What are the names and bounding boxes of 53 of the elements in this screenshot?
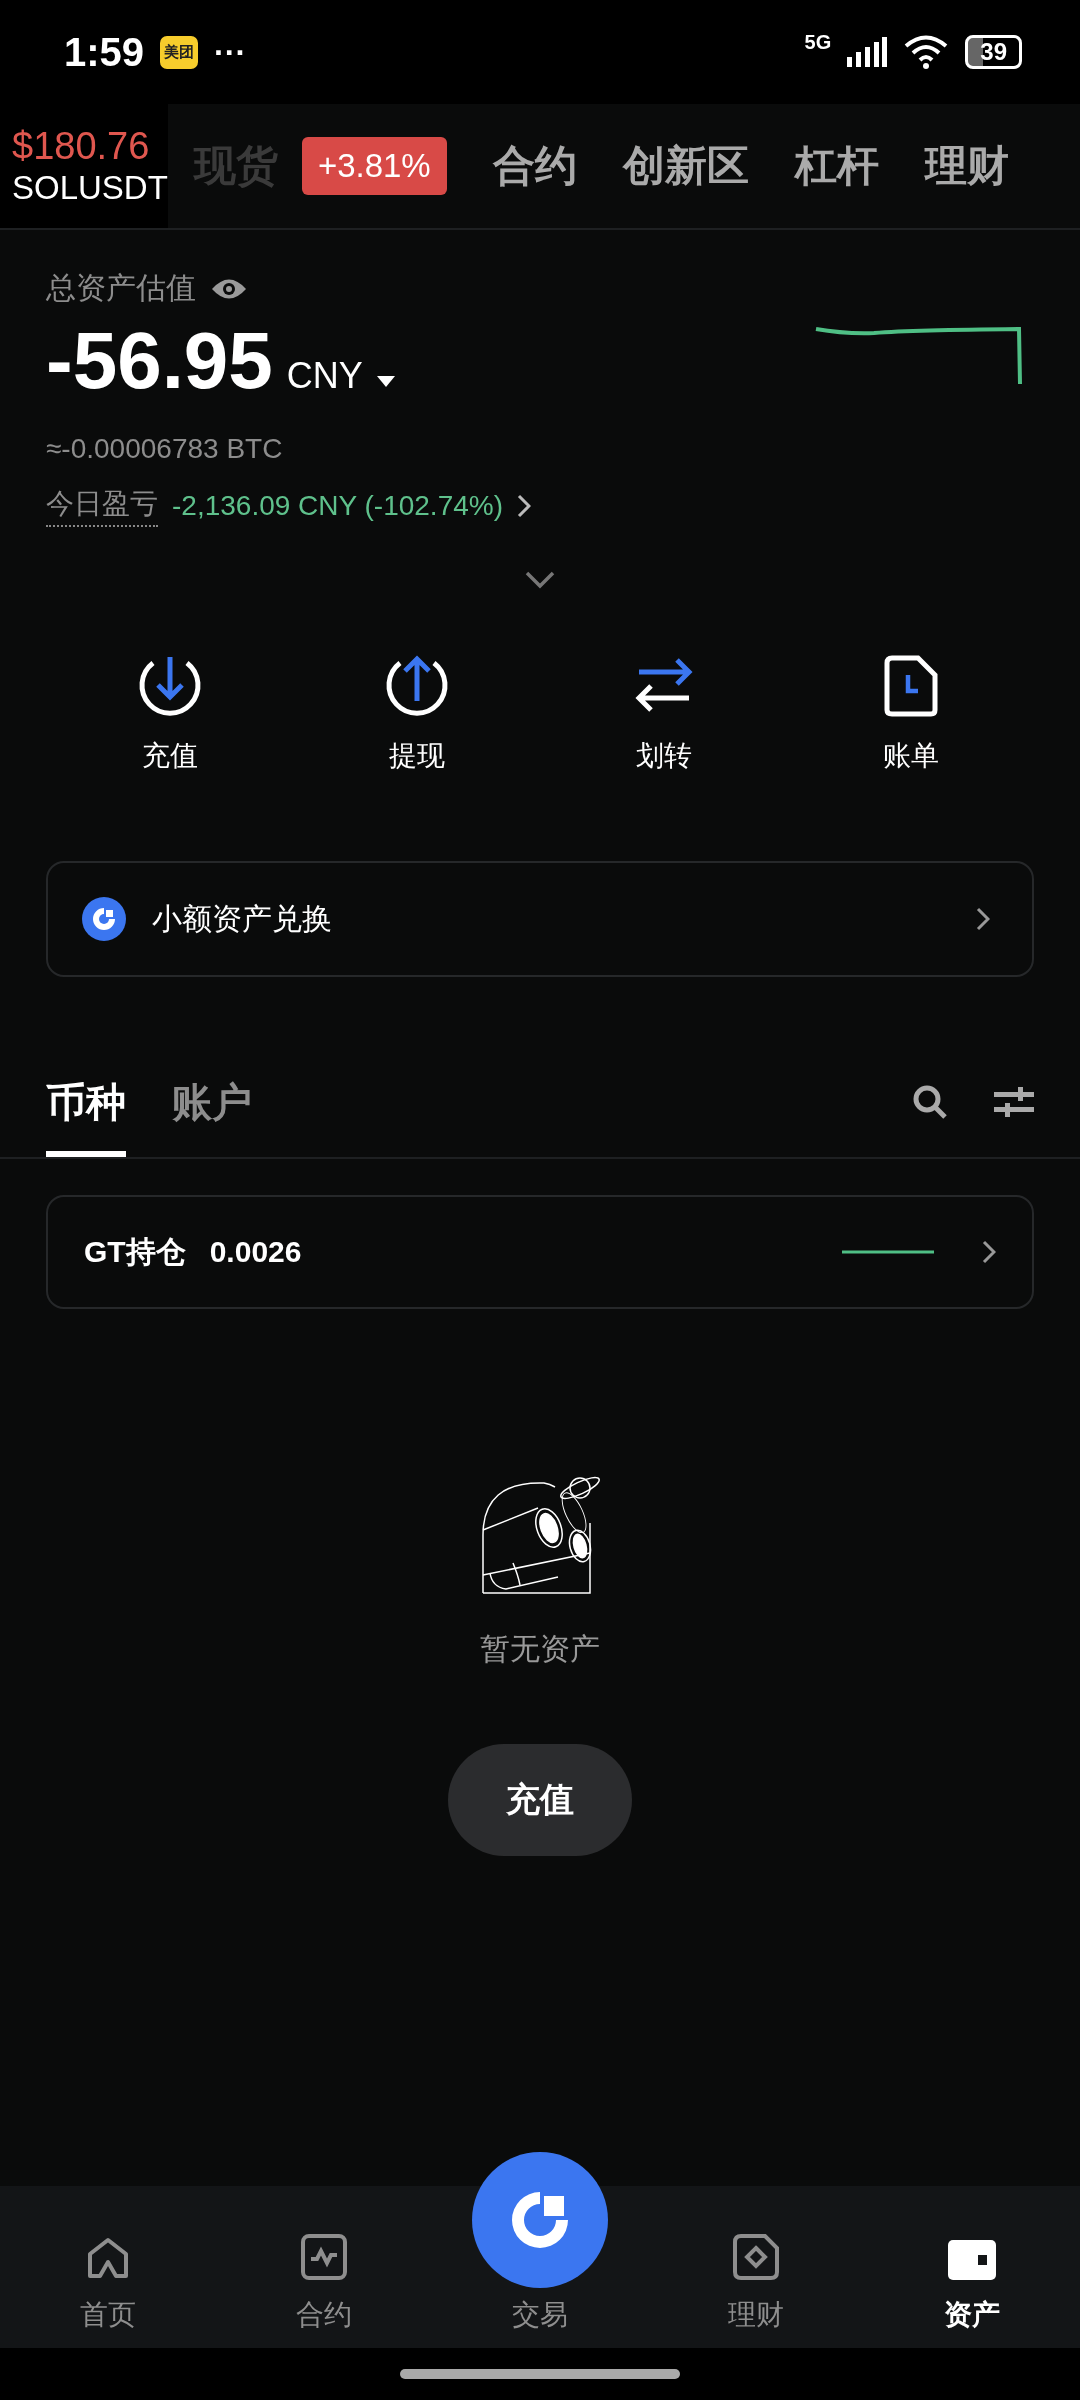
wallet-icon[interactable] (948, 2240, 996, 2280)
finance-icon[interactable] (733, 2234, 779, 2280)
deposit-button[interactable]: 充值 (448, 1744, 632, 1856)
action-label[interactable]: 账单 (882, 737, 939, 775)
search-icon[interactable] (912, 1084, 948, 1120)
holding-card[interactable]: GT持仓 0.0026 (46, 1195, 1034, 1309)
nav-label[interactable]: 交易 (512, 2296, 568, 2334)
pnl-value: -2,136.09 CNY (-102.74%) (172, 490, 503, 522)
btc-equivalent: ≈-0.00006783 BTC (46, 433, 284, 465)
more-dots: ··· (214, 33, 247, 71)
price-change-badge: +3.81% (301, 137, 447, 195)
ticker-symbol: SOLUSDT (12, 168, 168, 208)
ticker-price: $180.76 (12, 124, 151, 168)
trade-button[interactable] (472, 2152, 608, 2288)
nav-tab[interactable]: 理财 (924, 138, 1009, 194)
filter-icon[interactable] (994, 1087, 1034, 1117)
nav-tab[interactable]: 杠杆 (794, 138, 879, 194)
nav-label[interactable]: 资产 (944, 2296, 1000, 2334)
chevron-right-icon (976, 907, 990, 931)
document-clock-icon[interactable] (883, 653, 938, 719)
action-label[interactable]: 划转 (635, 737, 692, 775)
asset-label: 总资产估值 (46, 270, 196, 306)
nav-label[interactable]: 合约 (296, 2296, 352, 2334)
action-label[interactable]: 充值 (141, 737, 198, 775)
wifi-icon (903, 35, 950, 69)
chart-icon[interactable] (301, 2234, 347, 2280)
logo-icon (82, 897, 126, 941)
price-ticker[interactable]: $180.76 SOLUSDT (0, 104, 168, 228)
holding-label: GT持仓 (84, 1233, 186, 1270)
battery-indicator: 39 (965, 35, 1022, 69)
empty-message: 暂无资产 (480, 1631, 600, 1667)
list-tab[interactable]: 币种 (46, 1047, 126, 1157)
signal-icon (847, 37, 888, 67)
home-icon[interactable] (86, 2236, 130, 2280)
list-tab[interactable]: 账户 (172, 1047, 252, 1157)
currency-selector[interactable]: CNY (286, 355, 363, 397)
network-label: 5G (804, 31, 832, 54)
pnl-label[interactable]: 今日盈亏 (46, 485, 158, 527)
promo-card[interactable]: 小额资产兑换 (46, 861, 1034, 977)
app-badge: 美团 (160, 35, 199, 69)
promo-label: 小额资产兑换 (152, 900, 332, 937)
chevron-right-icon (982, 1240, 996, 1264)
nav-label[interactable]: 首页 (80, 2296, 136, 2334)
nav-label[interactable]: 理财 (728, 2296, 784, 2334)
chevron-down-icon[interactable] (525, 571, 555, 589)
status-time: 1:59 (64, 29, 145, 75)
holding-value: 0.0026 (209, 1235, 302, 1269)
nav-tab[interactable]: 创新区 (622, 138, 749, 194)
asset-amount: -56.95 (46, 315, 273, 407)
caret-icon[interactable] (376, 376, 395, 388)
nav-tab[interactable]: 合约 (492, 138, 577, 194)
action-label[interactable]: 提现 (388, 737, 445, 775)
chevron-right-icon[interactable] (517, 494, 531, 518)
